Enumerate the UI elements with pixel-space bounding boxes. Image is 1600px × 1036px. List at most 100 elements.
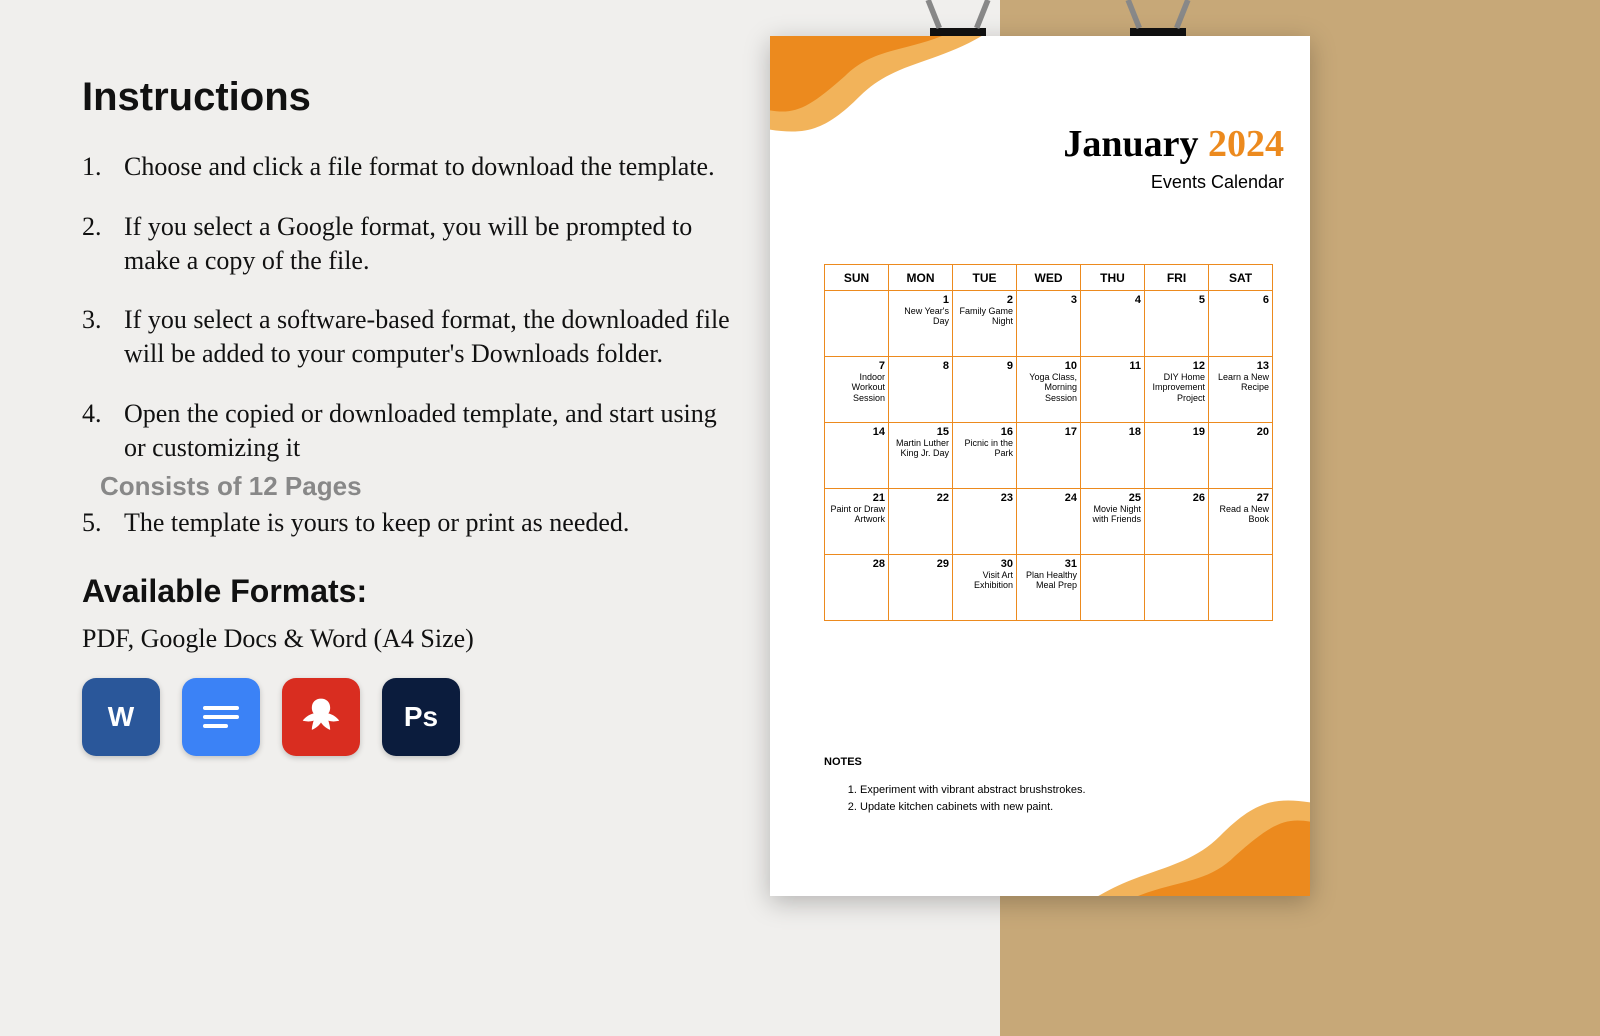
- calendar-cell: 18: [1081, 423, 1145, 489]
- instructions-heading: Instructions: [82, 75, 742, 120]
- date-number: 25: [1084, 492, 1141, 504]
- calendar-cell: 12DIY Home Improvement Project: [1145, 357, 1209, 423]
- date-number: 17: [1020, 426, 1077, 438]
- date-number: 14: [828, 426, 885, 438]
- calendar-cell: 4: [1081, 291, 1145, 357]
- date-number: 16: [956, 426, 1013, 438]
- date-number: 22: [892, 492, 949, 504]
- date-number: 8: [892, 360, 949, 372]
- calendar-cell: 27Read a New Book: [1209, 489, 1273, 555]
- day-header: TUE: [953, 265, 1017, 291]
- date-number: 12: [1148, 360, 1205, 372]
- day-header: SUN: [825, 265, 889, 291]
- event-text: Paint or Draw Artwork: [828, 504, 885, 525]
- event-text: Movie Night with Friends: [1084, 504, 1141, 525]
- notes-item: Experiment with vibrant abstract brushst…: [860, 782, 1086, 799]
- calendar-cell: 5: [1145, 291, 1209, 357]
- day-header: MON: [889, 265, 953, 291]
- date-number: 2: [956, 294, 1013, 306]
- date-number: 27: [1212, 492, 1269, 504]
- formats-subtext: PDF, Google Docs & Word (A4 Size): [82, 624, 742, 654]
- calendar-cell: 21Paint or Draw Artwork: [825, 489, 889, 555]
- date-number: 13: [1212, 360, 1269, 372]
- calendar-cell: 28: [825, 555, 889, 621]
- wave-bottom-decoration: [1070, 746, 1310, 896]
- calendar-year: 2024: [1208, 123, 1284, 165]
- calendar-cell: 6: [1209, 291, 1273, 357]
- event-text: New Year's Day: [892, 306, 949, 327]
- date-number: 31: [1020, 558, 1077, 570]
- calendar-head-row: SUNMONTUEWEDTHUFRISAT: [825, 265, 1273, 291]
- date-number: 3: [1020, 294, 1077, 306]
- calendar-cell: 19: [1145, 423, 1209, 489]
- calendar-cell: 3: [1017, 291, 1081, 357]
- word-icon[interactable]: [82, 678, 160, 756]
- photoshop-label: Ps: [404, 701, 438, 733]
- pdf-icon[interactable]: [282, 678, 360, 756]
- date-number: 4: [1084, 294, 1141, 306]
- calendar-cell: 22: [889, 489, 953, 555]
- day-header: FRI: [1145, 265, 1209, 291]
- calendar-cell: [825, 291, 889, 357]
- event-text: DIY Home Improvement Project: [1148, 372, 1205, 403]
- date-number: 19: [1148, 426, 1205, 438]
- calendar-month-year: January 2024: [1063, 122, 1284, 166]
- calendar-cell: 16Picnic in the Park: [953, 423, 1017, 489]
- instruction-step: Choose and click a file format to downlo…: [82, 150, 742, 184]
- calendar-cell: 8: [889, 357, 953, 423]
- date-number: 9: [956, 360, 1013, 372]
- event-text: Indoor Workout Session: [828, 372, 885, 403]
- day-header: WED: [1017, 265, 1081, 291]
- instructions-list: Choose and click a file format to downlo…: [82, 150, 742, 539]
- date-number: 6: [1212, 294, 1269, 306]
- calendar-cell: 1New Year's Day: [889, 291, 953, 357]
- calendar-cell: 17: [1017, 423, 1081, 489]
- date-number: 1: [892, 294, 949, 306]
- day-header: SAT: [1209, 265, 1273, 291]
- calendar-header: January 2024 Events Calendar: [1063, 122, 1284, 193]
- calendar-cell: 9: [953, 357, 1017, 423]
- calendar-month: January: [1063, 123, 1198, 165]
- calendar-cell: 10Yoga Class, Morning Session: [1017, 357, 1081, 423]
- event-text: Visit Art Exhibition: [956, 570, 1013, 591]
- date-number: 28: [828, 558, 885, 570]
- calendar-cell: 15Martin Luther King Jr. Day: [889, 423, 953, 489]
- calendar-cell: 14: [825, 423, 889, 489]
- calendar-cell: 29: [889, 555, 953, 621]
- wave-top-decoration: [770, 36, 1010, 186]
- notes-heading: NOTES: [824, 756, 1086, 768]
- date-number: 26: [1148, 492, 1205, 504]
- calendar-cell: 23: [953, 489, 1017, 555]
- calendar-cell: 24: [1017, 489, 1081, 555]
- calendar-cell: 25Movie Night with Friends: [1081, 489, 1145, 555]
- event-text: Martin Luther King Jr. Day: [892, 438, 949, 459]
- notes-item: Update kitchen cabinets with new paint.: [860, 799, 1086, 816]
- calendar-subtitle: Events Calendar: [1063, 172, 1284, 193]
- calendar-cell: [1209, 555, 1273, 621]
- calendar-body: 1New Year's Day2Family Game Night34567In…: [825, 291, 1273, 621]
- instructions-panel: Instructions Choose and click a file for…: [82, 75, 742, 756]
- calendar-cell: [1081, 555, 1145, 621]
- google-docs-icon[interactable]: [182, 678, 260, 756]
- date-number: 11: [1084, 360, 1141, 372]
- calendar-cell: 13Learn a New Recipe: [1209, 357, 1273, 423]
- formats-heading: Available Formats:: [82, 573, 742, 610]
- calendar-cell: 30Visit Art Exhibition: [953, 555, 1017, 621]
- event-text: Yoga Class, Morning Session: [1020, 372, 1077, 403]
- date-number: 5: [1148, 294, 1205, 306]
- calendar-card: January 2024 Events Calendar SUNMONTUEWE…: [770, 36, 1310, 896]
- calendar-cell: 11: [1081, 357, 1145, 423]
- photoshop-icon[interactable]: Ps: [382, 678, 460, 756]
- instruction-step: If you select a Google format, you will …: [82, 210, 742, 278]
- date-number: 20: [1212, 426, 1269, 438]
- event-text: Picnic in the Park: [956, 438, 1013, 459]
- pages-note: Consists of 12 Pages: [100, 471, 742, 502]
- date-number: 29: [892, 558, 949, 570]
- date-number: 23: [956, 492, 1013, 504]
- event-text: Plan Healthy Meal Prep: [1020, 570, 1077, 591]
- date-number: 10: [1020, 360, 1077, 372]
- calendar-cell: 31Plan Healthy Meal Prep: [1017, 555, 1081, 621]
- instruction-step: The template is yours to keep or print a…: [82, 506, 742, 540]
- page: Instructions Choose and click a file for…: [0, 0, 1600, 1036]
- calendar-cell: 2Family Game Night: [953, 291, 1017, 357]
